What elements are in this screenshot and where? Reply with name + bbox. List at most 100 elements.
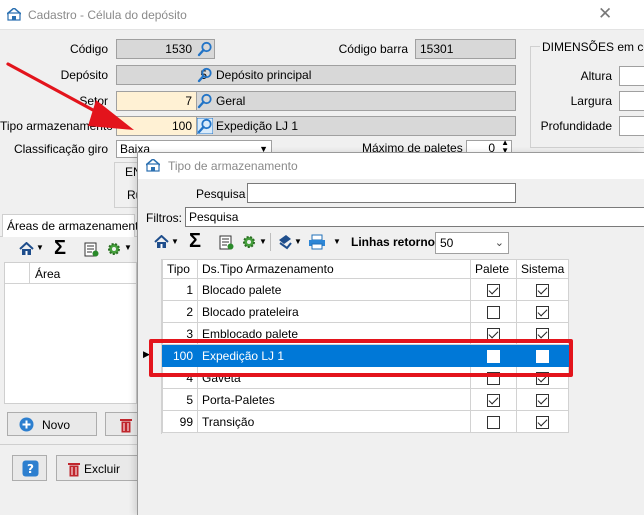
tipo-cell[interactable]: 99 xyxy=(162,410,198,433)
col-sistema[interactable]: Sistema xyxy=(515,259,570,279)
palete-cell xyxy=(470,410,517,433)
chevron-down-icon[interactable]: ▼ xyxy=(259,237,267,246)
col-palete[interactable]: Palete xyxy=(470,259,517,279)
app-icon xyxy=(146,159,160,172)
pesquisa-input[interactable] xyxy=(247,183,516,203)
sistema-cell xyxy=(515,300,570,323)
filtros-input[interactable]: Pesquisa xyxy=(185,207,644,227)
tab-areas-armazenamento[interactable]: Áreas de armazenamento xyxy=(2,214,145,237)
linhas-retorno-select[interactable]: 50 ⌄ xyxy=(435,232,509,254)
chevron-down-icon[interactable]: ▼ xyxy=(171,237,179,246)
plus-circle-icon xyxy=(19,417,34,432)
dimensoes-title: DIMENSÕES em cent xyxy=(540,40,644,54)
close-icon[interactable]: ✕ xyxy=(598,4,614,24)
magnifier-icon[interactable] xyxy=(197,93,213,109)
palete-cell xyxy=(470,278,517,301)
chevron-down-icon[interactable]: ▼ xyxy=(36,243,44,252)
dialog-title: Tipo de armazenamento xyxy=(168,159,298,173)
deposito-field[interactable]: 5 Depósito principal xyxy=(116,65,516,85)
export-icon[interactable] xyxy=(277,234,293,250)
desc-cell[interactable]: Blocado prateleira xyxy=(197,300,471,323)
chevron-down-icon[interactable]: ▼ xyxy=(333,237,341,246)
setor-desc-field[interactable]: Geral xyxy=(196,91,516,111)
magnifier-icon[interactable] xyxy=(197,41,213,57)
window-title: Cadastro - Célula do depósito xyxy=(28,8,187,22)
codigo-barra-field[interactable]: 15301 xyxy=(415,39,516,59)
tipo-armazenamento-desc: Expedição LJ 1 xyxy=(216,119,299,133)
linhas-retorno-label: Linhas retorno: xyxy=(351,235,440,249)
deposito-desc: Depósito principal xyxy=(216,68,312,82)
filtros-label: Filtros: xyxy=(146,211,182,225)
largura-field[interactable] xyxy=(619,91,644,111)
toolbar-separator xyxy=(270,233,271,251)
excluir-label: Excluir xyxy=(84,462,121,476)
desc-cell[interactable]: Transição xyxy=(197,410,471,433)
sistema-checkbox[interactable] xyxy=(536,283,550,297)
altura-label: Altura xyxy=(580,69,612,83)
printer-icon[interactable] xyxy=(308,234,326,250)
tipo-cell[interactable]: 2 xyxy=(162,300,198,323)
help-button[interactable]: ? xyxy=(12,455,47,481)
table-row[interactable]: 1 Blocado palete xyxy=(162,278,570,301)
codigo-barra-value: 15301 xyxy=(420,42,454,56)
home-icon[interactable] xyxy=(154,235,169,249)
table-row[interactable]: 99 Transição xyxy=(162,410,570,433)
table-row[interactable]: 2 Blocado prateleira xyxy=(162,300,570,323)
sistema-checkbox[interactable] xyxy=(536,415,550,429)
trash-icon xyxy=(68,463,80,477)
sistema-cell xyxy=(515,410,570,433)
tipo-armazenamento-dialog: Tipo de armazenamento Pesquisa Filtros: … xyxy=(137,152,644,515)
chevron-down-icon[interactable]: ▼ xyxy=(294,237,302,246)
annotation-highlight-box xyxy=(149,339,573,377)
profundidade-field[interactable] xyxy=(619,116,644,136)
areas-grid: Área xyxy=(4,262,137,404)
palete-checkbox[interactable] xyxy=(487,305,500,319)
desc-cell[interactable]: Porta-Paletes xyxy=(197,388,471,411)
col-tipo[interactable]: Tipo xyxy=(162,259,198,279)
svg-text:?: ? xyxy=(27,462,34,476)
report-icon[interactable] xyxy=(84,242,99,257)
palete-checkbox[interactable] xyxy=(487,283,500,297)
tipo-armazenamento-value: 100 xyxy=(171,119,192,133)
tipo-cell[interactable]: 1 xyxy=(162,278,198,301)
area-column-header[interactable]: Área xyxy=(35,267,60,281)
sigma-icon[interactable]: Σ xyxy=(54,238,66,258)
novo-label: Novo xyxy=(42,418,71,432)
main-titlebar: Cadastro - Célula do depósito ✕ xyxy=(0,0,644,30)
magnifier-icon[interactable] xyxy=(197,118,213,134)
tipo-armazenamento-desc-field[interactable]: Expedição LJ 1 xyxy=(196,116,516,136)
sistema-checkbox[interactable] xyxy=(536,305,550,319)
gear-icon[interactable] xyxy=(106,241,122,257)
help-icon: ? xyxy=(22,460,39,477)
table-row[interactable]: 5 Porta-Paletes xyxy=(162,388,570,411)
sigma-icon[interactable]: Σ xyxy=(189,231,201,251)
magnifier-icon[interactable] xyxy=(197,67,213,83)
app-icon xyxy=(7,8,21,21)
setor-desc: Geral xyxy=(216,94,246,108)
desc-cell[interactable]: Blocado palete xyxy=(197,278,471,301)
profundidade-label: Profundidade xyxy=(540,119,612,133)
sistema-cell xyxy=(515,278,570,301)
trash-icon xyxy=(120,419,132,433)
home-icon[interactable] xyxy=(19,242,34,256)
altura-field[interactable] xyxy=(619,66,644,86)
pesquisa-label: Pesquisa xyxy=(196,187,246,201)
setor-value: 7 xyxy=(185,94,192,108)
gear-icon[interactable] xyxy=(241,234,257,250)
sistema-cell xyxy=(515,388,570,411)
chevron-down-icon[interactable]: ⌄ xyxy=(495,234,504,252)
palete-checkbox[interactable] xyxy=(487,415,500,429)
sistema-checkbox[interactable] xyxy=(536,393,550,407)
tab-areas-label: Áreas de armazenamento xyxy=(7,219,146,233)
chevron-down-icon[interactable]: ▼ xyxy=(124,243,132,252)
codigo-value: 1530 xyxy=(165,42,192,56)
excluir-button[interactable]: Excluir xyxy=(56,455,143,481)
tipo-cell[interactable]: 5 xyxy=(162,388,198,411)
codigo-barra-label: Código barra xyxy=(338,42,408,56)
palete-checkbox[interactable] xyxy=(487,393,500,407)
bottom-separator xyxy=(0,444,137,445)
report-icon[interactable] xyxy=(219,235,234,250)
novo-button[interactable]: Novo xyxy=(7,412,97,436)
annotation-arrow xyxy=(6,62,134,130)
col-ds-tipo[interactable]: Ds.Tipo Armazenamento xyxy=(197,259,471,279)
